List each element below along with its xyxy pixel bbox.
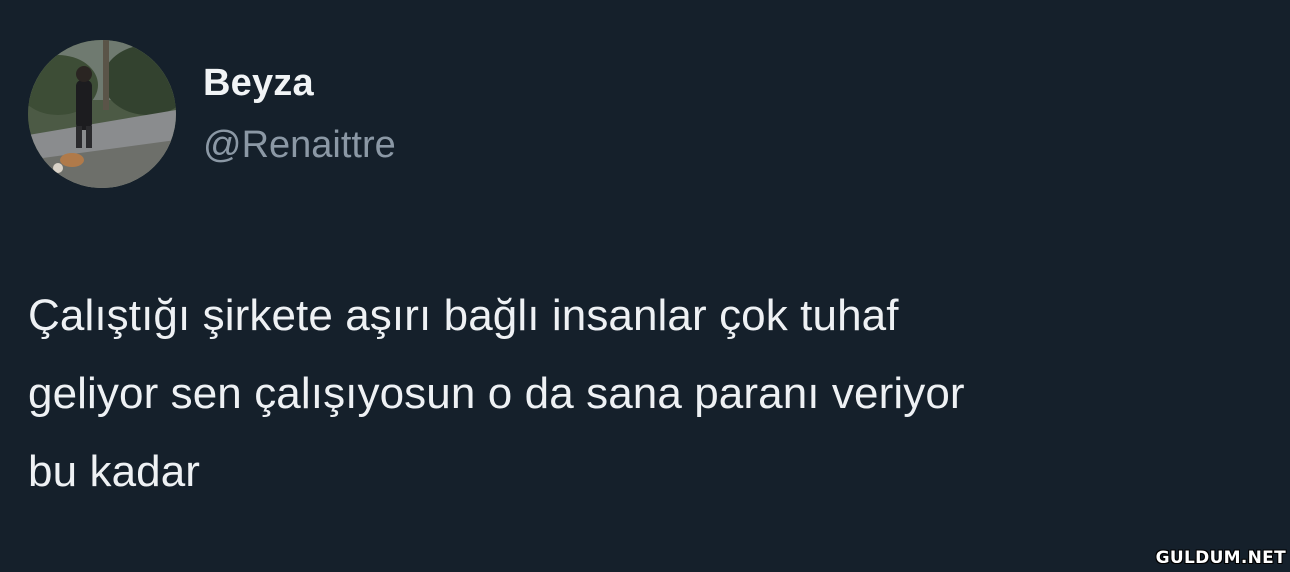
tweet-card: Beyza @Renaittre Çalıştığı şirkete aşırı… <box>0 0 1290 572</box>
avatar[interactable] <box>28 40 176 188</box>
avatar-photo <box>28 40 176 188</box>
user-handle[interactable]: @Renaittre <box>203 124 396 167</box>
tweet-text: Çalıştığı şirkete aşırı bağlı insanlar ç… <box>28 291 965 496</box>
watermark: GULDUM.NET <box>1155 548 1286 568</box>
display-name[interactable]: Beyza <box>203 62 314 105</box>
